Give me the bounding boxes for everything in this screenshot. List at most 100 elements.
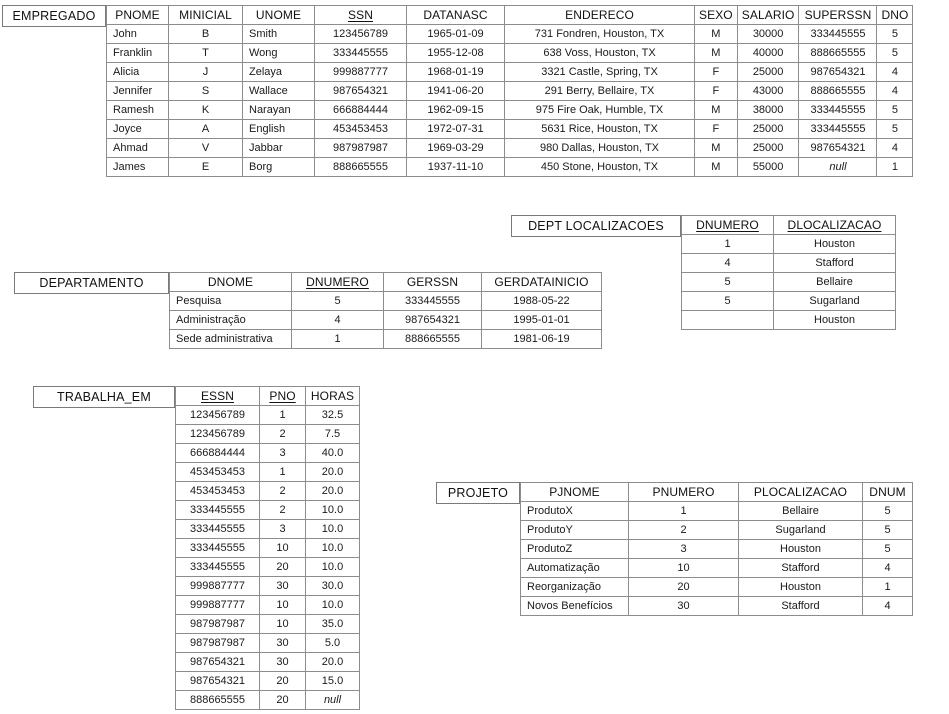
table-cell: 20: [628, 577, 739, 597]
table-cell: English: [242, 119, 315, 139]
relation-trabalha-em: TRABALHA_EM ESSN PNO HORAS 123456789 1 32.5 123…: [33, 386, 360, 710]
table-row: 888665555 20 null: [175, 690, 360, 710]
relation-table-projeto: PJNOME PNUMERO PLOCALIZACAO DNUM ProdutoX 1 Be…: [520, 482, 913, 616]
table-cell: K: [168, 100, 243, 120]
table-cell: 123456789: [175, 424, 260, 444]
table-cell: 1968-01-19: [406, 62, 505, 82]
table-row: 123456789 2 7.5: [175, 424, 360, 444]
column-label: PNUMERO: [652, 485, 715, 499]
table-cell: 20: [259, 690, 306, 710]
table-cell: 30: [259, 652, 306, 672]
table-cell: 2: [259, 500, 306, 520]
table-cell: Sede administrativa: [169, 329, 292, 349]
table-row: 453453453 1 20.0: [175, 462, 360, 482]
table-cell: Houston: [773, 234, 896, 254]
table-cell: John: [106, 24, 169, 44]
table-cell: Jabbar: [242, 138, 315, 158]
primary-key-label: DNUMERO: [306, 275, 369, 289]
table-row: Ahmad V Jabbar 987987987 1969-03-29 980 Dalla…: [106, 138, 914, 158]
table-cell: 10.0: [305, 595, 360, 615]
table-cell: 333445555: [175, 500, 260, 520]
table-row: John B Smith 123456789 1965-01-09 731 Fondren…: [106, 24, 914, 44]
table-row: Joyce A English 453453453 1972-07-31 5631 Ric…: [106, 119, 914, 139]
table-cell: 888665555: [175, 690, 260, 710]
column-label: DNO: [881, 8, 909, 22]
table-cell: 43000: [736, 81, 800, 101]
table-cell: Narayan: [242, 100, 315, 120]
table-cell: S: [168, 81, 243, 101]
table-cell: Houston: [773, 310, 896, 330]
table-cell: 10: [259, 614, 306, 634]
table-cell: Stafford: [738, 558, 863, 578]
relation-name-trabalha-em: TRABALHA_EM: [33, 386, 175, 408]
table-cell: Pesquisa: [169, 291, 292, 311]
table-cell: 10.0: [305, 538, 360, 558]
table-cell: 10: [259, 538, 306, 558]
table-cell: 1972-07-31: [406, 119, 505, 139]
table-cell: 333445555: [314, 43, 407, 63]
column-header: DLOCALIZACAO: [773, 215, 896, 235]
table-cell: 30.0: [305, 576, 360, 596]
table-row: 333445555 20 10.0: [175, 557, 360, 577]
column-header: PLOCALIZACAO: [738, 482, 863, 502]
column-header: DNUMERO: [681, 215, 774, 235]
table-cell: Houston: [738, 539, 863, 559]
column-header: SSN: [314, 5, 407, 25]
table-cell: Reorganização: [520, 577, 629, 597]
table-cell: J: [168, 62, 243, 82]
header-row: DNOME DNUMERO GERSSN GERDATAINICIO: [169, 272, 602, 292]
table-cell: 35.0: [305, 614, 360, 634]
table-cell: 5: [876, 43, 914, 63]
table-row: Houston: [681, 310, 896, 330]
relation-name-projeto: PROJETO: [436, 482, 520, 504]
column-header: DNOME: [169, 272, 292, 292]
column-header: DNUMERO: [291, 272, 384, 292]
table-cell: M: [694, 24, 738, 44]
table-cell: 999887777: [314, 62, 407, 82]
table-cell: 453453453: [314, 119, 407, 139]
table-cell: 30000: [736, 24, 800, 44]
column-header: GERDATAINICIO: [481, 272, 602, 292]
table-cell: 1: [876, 157, 914, 177]
table-cell: 4: [876, 81, 914, 101]
table-cell: 333445555: [175, 519, 260, 539]
relation-empregado: EMPREGADO PNOME MINICIAL UNOME SSN DATANASC EN…: [2, 5, 914, 177]
table-cell: 123456789: [314, 24, 407, 44]
table-row: 5 Bellaire: [681, 272, 896, 292]
table-cell: F: [694, 62, 738, 82]
table-cell: F: [694, 119, 738, 139]
table-cell: 3: [259, 443, 306, 463]
column-header: MINICIAL: [168, 5, 243, 25]
table-cell: 30: [259, 576, 306, 596]
table-row: 987987987 10 35.0: [175, 614, 360, 634]
table-cell: 10: [628, 558, 739, 578]
column-header: ENDERECO: [504, 5, 695, 25]
column-header: DNO: [876, 5, 914, 25]
table-cell: 987654321: [798, 138, 878, 158]
table-cell: ProdutoZ: [520, 539, 629, 559]
table-cell: 975 Fire Oak, Humble, TX: [504, 100, 695, 120]
table-cell: Stafford: [738, 596, 863, 616]
table-row: 666884444 3 40.0: [175, 443, 360, 463]
table-cell: 1955-12-08: [406, 43, 505, 63]
table-cell: M: [694, 100, 738, 120]
primary-key-label: PNO: [269, 389, 296, 403]
relation-table-trabalha-em: ESSN PNO HORAS 123456789 1 32.5 123456789 2 7.5 6…: [175, 386, 360, 710]
table-cell: 30: [259, 633, 306, 653]
table-cell: 5.0: [305, 633, 360, 653]
table-cell: Bellaire: [773, 272, 896, 292]
table-cell: 333445555: [798, 100, 878, 120]
table-cell: 4: [862, 558, 913, 578]
table-row: 999887777 10 10.0: [175, 595, 360, 615]
column-label: PJNOME: [549, 485, 600, 499]
table-row: 987654321 30 20.0: [175, 652, 360, 672]
table-cell: 1995-01-01: [481, 310, 602, 330]
table-cell: 1937-11-10: [406, 157, 505, 177]
table-row: Franklin T Wong 333445555 1955-12-08 638 Voss…: [106, 43, 914, 63]
table-cell: F: [694, 81, 738, 101]
column-label: DNOME: [207, 275, 254, 289]
table-cell: 666884444: [314, 100, 407, 120]
table-cell: 20.0: [305, 481, 360, 501]
table-cell: T: [168, 43, 243, 63]
table-cell: 5: [876, 24, 914, 44]
